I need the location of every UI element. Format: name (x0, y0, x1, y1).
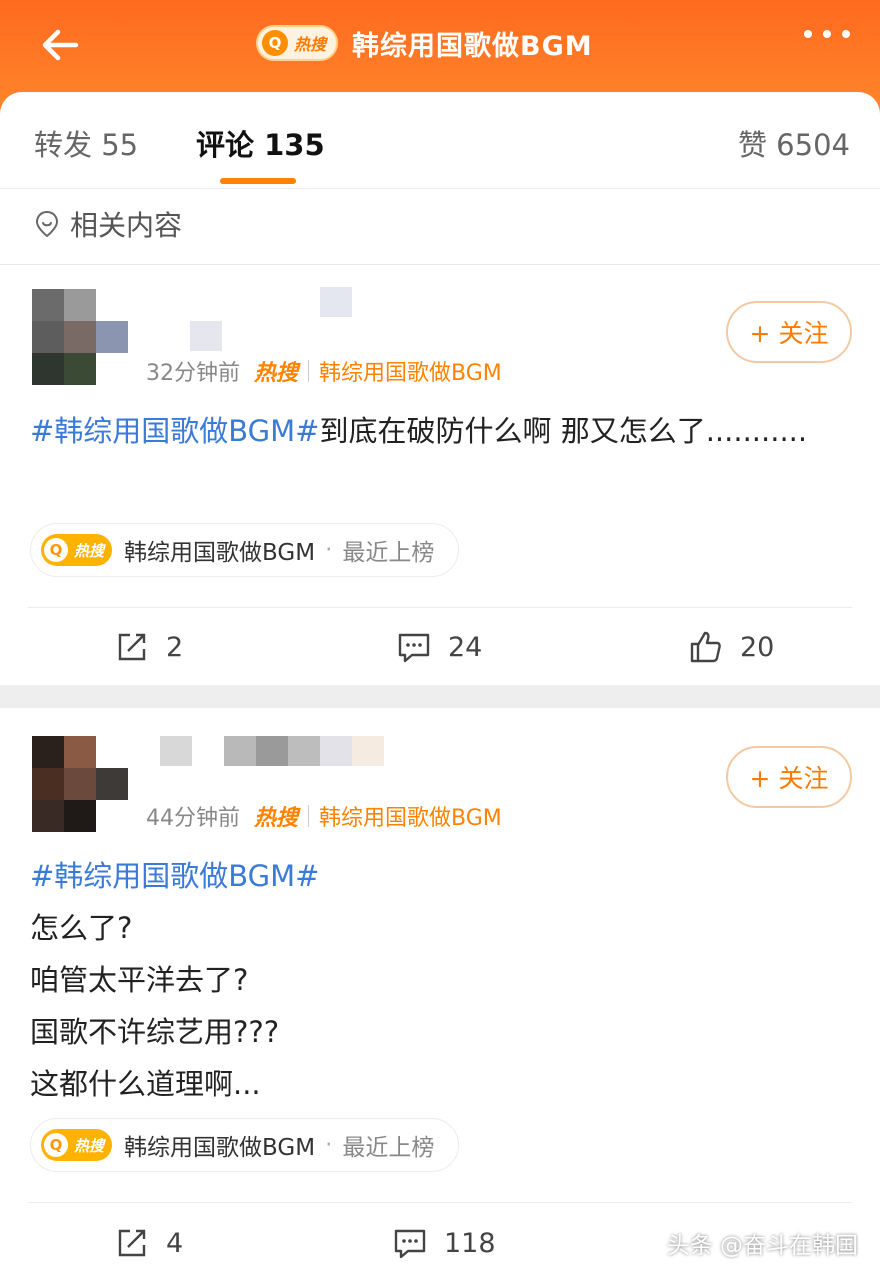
more-options-icon[interactable] (804, 30, 850, 38)
back-button[interactable] (36, 22, 86, 68)
repost-button[interactable]: 2 (114, 629, 183, 665)
divider (28, 1202, 852, 1203)
tabs-card: 转发 55 评论 135 赞 6504 相关内容 (0, 92, 880, 264)
hot-search-label: 热搜 (254, 361, 299, 386)
like-button[interactable]: 20 (688, 629, 774, 665)
divider (0, 685, 880, 708)
repost-button[interactable]: 4 (114, 1225, 183, 1261)
hashtag-link[interactable]: #韩综用国歌做BGM# (30, 414, 319, 448)
post-card: 44分钟前 热搜 韩综用国歌做BGM + 关注 #韩综用国歌做BGM# 怎么了?… (0, 708, 880, 1272)
post-card: 32分钟前 热搜 韩综用国歌做BGM + 关注 #韩综用国歌做BGM#到底在破防… (0, 265, 880, 685)
post-text: #韩综用国歌做BGM# 怎么了? 咱管太平洋去了? 国歌不许综艺用??? 这都什… (30, 850, 840, 1110)
hot-search-q-icon: Q (44, 1133, 68, 1157)
post-text: #韩综用国歌做BGM#到底在破防什么啊 那又怎么了........... (30, 414, 808, 448)
comment-button[interactable]: 118 (392, 1225, 496, 1261)
avatar[interactable] (32, 289, 128, 385)
topic-title: 韩综用国歌做BGM (352, 30, 593, 62)
thumbs-up-icon (690, 631, 721, 663)
post-meta: 44分钟前 热搜 韩综用国歌做BGM (146, 800, 502, 832)
location-pin-icon (35, 210, 59, 238)
hot-search-label: 热搜 (254, 806, 299, 831)
avatar[interactable] (32, 736, 128, 832)
tab-comments[interactable]: 评论 135 (196, 122, 325, 164)
comment-icon (398, 633, 430, 663)
post-meta: 32分钟前 热搜 韩综用国歌做BGM (146, 355, 502, 387)
username-blurred[interactable] (190, 321, 222, 351)
hot-topic-chip[interactable]: Q 热搜 韩综用国歌做BGM · 最近上榜 (30, 1118, 460, 1172)
watermark: 头条 @奋斗在韩国 (666, 1233, 858, 1259)
repost-icon (118, 633, 146, 661)
related-content-link[interactable]: 相关内容 (32, 204, 182, 244)
repost-icon (118, 1229, 146, 1257)
divider (0, 188, 880, 189)
topic-link[interactable]: 韩综用国歌做BGM (319, 355, 502, 387)
hot-search-q-icon: Q (44, 538, 68, 562)
hot-search-q-icon: Q (262, 30, 288, 56)
comment-icon (394, 1229, 426, 1259)
topic-link[interactable]: 韩综用国歌做BGM (319, 800, 502, 832)
follow-button[interactable]: + 关注 (726, 746, 852, 808)
active-tab-indicator (220, 178, 296, 184)
username-blurred (320, 287, 352, 317)
hot-search-logo: Q 热搜 (41, 534, 113, 566)
topic-header[interactable]: Q 热搜 韩综用国歌做BGM (256, 18, 593, 68)
divider (28, 607, 852, 608)
tab-reposts[interactable]: 转发 55 (34, 122, 138, 164)
hot-topic-chip[interactable]: Q 热搜 韩综用国歌做BGM · 最近上榜 (30, 523, 460, 577)
comment-button[interactable]: 24 (396, 629, 482, 665)
follow-button[interactable]: + 关注 (726, 301, 852, 363)
tab-likes[interactable]: 赞 6504 (738, 122, 850, 164)
username-blurred[interactable] (160, 736, 384, 766)
hashtag-link[interactable]: #韩综用国歌做BGM# (30, 850, 840, 902)
hot-search-logo: Q 热搜 (256, 25, 339, 61)
hot-search-logo: Q 热搜 (41, 1129, 113, 1161)
back-arrow-icon (42, 29, 79, 61)
